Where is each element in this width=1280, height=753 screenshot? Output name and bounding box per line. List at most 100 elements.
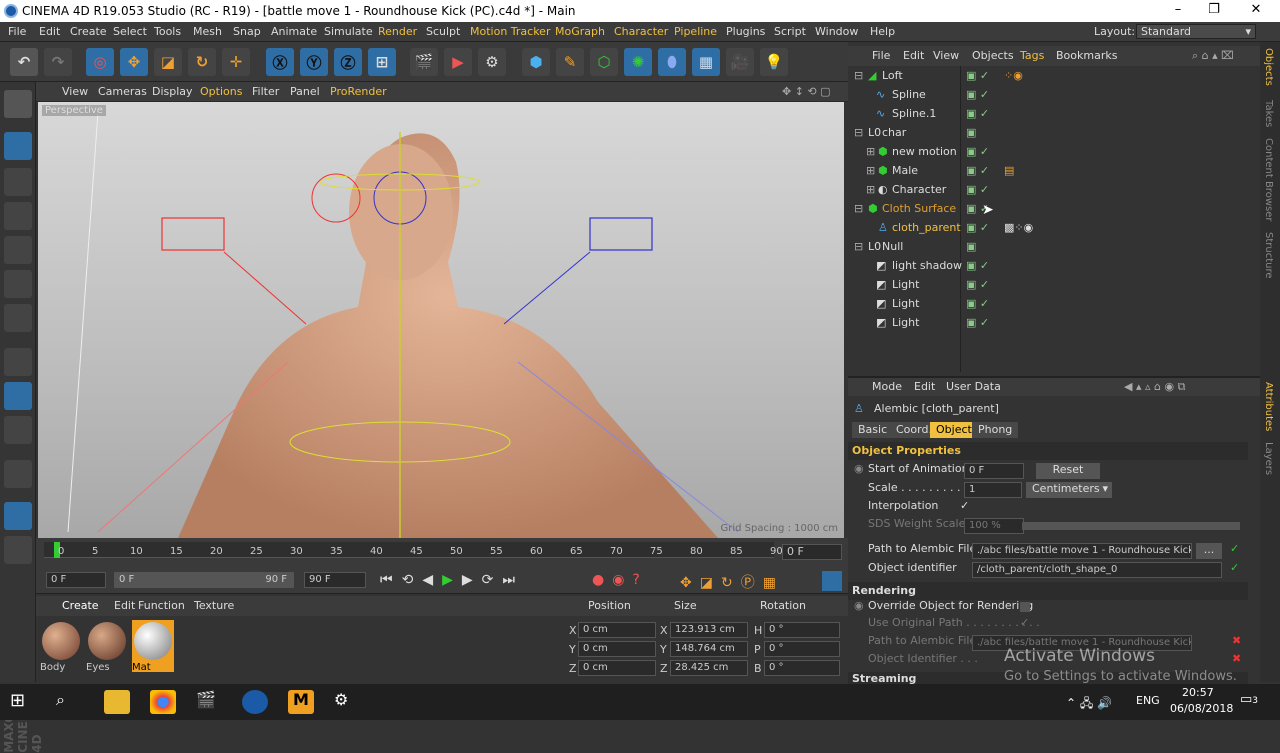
mat-menu-create[interactable]: Create bbox=[62, 599, 99, 612]
menu-simulate[interactable]: Simulate bbox=[324, 25, 373, 38]
om-menu-objects[interactable]: Objects bbox=[972, 49, 1014, 62]
start-frame-field[interactable]: 0 F bbox=[46, 572, 106, 588]
playback-controls[interactable]: ⏮⟲◀▶▶⟳⏭ bbox=[380, 572, 524, 588]
play-icon[interactable]: ▶ bbox=[442, 572, 462, 588]
cinema4d-taskbar-icon[interactable] bbox=[242, 690, 268, 714]
windows-start-icon[interactable]: ⊞ bbox=[10, 690, 36, 714]
render-view-icon[interactable]: 🎬 bbox=[410, 48, 438, 76]
override-checkbox[interactable] bbox=[1020, 602, 1030, 612]
coordinate-system-icon[interactable]: ⊞ bbox=[368, 48, 396, 76]
polygons-mode-icon[interactable] bbox=[4, 304, 32, 332]
menu-help[interactable]: Help bbox=[870, 25, 895, 38]
vp-menu-options[interactable]: Options bbox=[200, 85, 242, 98]
size-x-field[interactable]: 123.913 cm bbox=[670, 622, 748, 638]
menu-select[interactable]: Select bbox=[113, 25, 147, 38]
side-tab-content-browser[interactable]: Content Browser bbox=[1263, 138, 1274, 221]
menu-file[interactable]: File bbox=[8, 25, 26, 38]
undo-icon[interactable]: ↶ bbox=[10, 48, 38, 76]
menu-plugins[interactable]: Plugins bbox=[726, 25, 765, 38]
axis-mode-icon[interactable] bbox=[4, 348, 32, 376]
unit-dropdown[interactable]: Centimeters ▾ bbox=[1026, 482, 1112, 498]
om-menu-bookmarks[interactable]: Bookmarks bbox=[1056, 49, 1117, 62]
size-z-field[interactable]: 28.425 cm bbox=[670, 660, 748, 676]
current-frame-field[interactable]: 0 F bbox=[782, 544, 842, 560]
move-tool-icon[interactable]: ✥ bbox=[120, 48, 148, 76]
menu-snap[interactable]: Snap bbox=[233, 25, 261, 38]
menu-pipeline[interactable]: Pipeline bbox=[674, 25, 717, 38]
object-row-light[interactable]: ◩ Light ▣ ✓ bbox=[848, 297, 1260, 315]
model-mode-icon[interactable] bbox=[4, 132, 32, 160]
viewport-nav-icon[interactable]: ✥ ↕ ⟲ ▢ bbox=[782, 85, 831, 98]
menu-script[interactable]: Script bbox=[774, 25, 806, 38]
menu-window[interactable]: Window bbox=[815, 25, 858, 38]
material-eyes[interactable]: Eyes bbox=[86, 620, 128, 673]
attr-menu-mode[interactable]: Mode bbox=[872, 380, 902, 393]
menu-render[interactable]: Render bbox=[378, 25, 417, 38]
camera-icon[interactable]: 🎥 bbox=[726, 48, 754, 76]
om-menu-tags[interactable]: Tags bbox=[1020, 49, 1044, 62]
texture-mode-icon[interactable] bbox=[4, 168, 32, 196]
side-tab-structure[interactable]: Structure bbox=[1263, 232, 1274, 279]
menu-animate[interactable]: Animate bbox=[271, 25, 317, 38]
object-row-light[interactable]: ◩ Light ▣ ✓ bbox=[848, 316, 1260, 334]
menu-edit[interactable]: Edit bbox=[39, 25, 60, 38]
key-controls[interactable]: ✥◪↻Ⓟ▦ bbox=[680, 572, 784, 592]
object-row-loft[interactable]: ⊟ ◢ Loft ▣ ✓ ⁘◉ bbox=[848, 69, 1260, 87]
quantize-icon[interactable] bbox=[4, 536, 32, 564]
scale-tool-icon[interactable]: ◪ bbox=[154, 48, 182, 76]
menu-character[interactable]: Character bbox=[614, 25, 668, 38]
menu-mesh[interactable]: Mesh bbox=[193, 25, 222, 38]
points-mode-icon[interactable] bbox=[4, 236, 32, 264]
rot-b-field[interactable]: 0 ° bbox=[764, 660, 840, 676]
side-tab-layers[interactable]: Layers bbox=[1263, 442, 1274, 475]
mat-menu-texture[interactable]: Texture bbox=[194, 599, 234, 612]
close-button[interactable]: ✕ bbox=[1238, 2, 1274, 20]
tab-basic[interactable]: Basic bbox=[852, 422, 894, 438]
minimize-button[interactable]: – bbox=[1160, 2, 1196, 20]
object-row-male[interactable]: ⊞ ⬢ Male ▣ ✓ ▤ bbox=[848, 164, 1260, 182]
range-slider[interactable]: 0 F 90 F bbox=[114, 572, 294, 588]
record-controls[interactable]: ●◉? bbox=[592, 572, 648, 588]
sds-slider[interactable] bbox=[1022, 522, 1240, 530]
maximize-button[interactable]: ❐ bbox=[1196, 2, 1232, 20]
redo-icon[interactable]: ↷ bbox=[44, 48, 72, 76]
object-row-cloth-parent[interactable]: ♙ cloth_parent ▣ ✓ ▩⁘◉ bbox=[848, 221, 1260, 239]
object-row-character[interactable]: ⊞ ◐ Character ▣ ✓ bbox=[848, 183, 1260, 201]
side-tab-objects[interactable]: Objects bbox=[1263, 48, 1274, 86]
rot-h-field[interactable]: 0 ° bbox=[764, 622, 840, 638]
tab-phong[interactable]: Phong bbox=[972, 422, 1019, 438]
reset-button[interactable]: Reset bbox=[1036, 463, 1100, 479]
movavi-icon[interactable]: M bbox=[288, 690, 314, 714]
vp-menu-prorender[interactable]: ProRender bbox=[330, 85, 387, 98]
clock-date[interactable]: 06/08/2018 bbox=[1170, 702, 1233, 715]
cube-primitive-icon[interactable]: ⬢ bbox=[522, 48, 550, 76]
path-field[interactable]: ./abc files/battle move 1 - Roundhouse K… bbox=[972, 543, 1192, 559]
menu-create[interactable]: Create bbox=[70, 25, 107, 38]
pos-y-field[interactable]: 0 cm bbox=[578, 641, 656, 657]
tweak-mode-icon[interactable] bbox=[4, 382, 32, 410]
object-row-spline[interactable]: ∿ Spline ▣ ✓ bbox=[848, 88, 1260, 106]
floor-icon[interactable]: ▦ bbox=[692, 48, 720, 76]
edges-mode-icon[interactable] bbox=[4, 270, 32, 298]
mat-menu-edit[interactable]: Edit bbox=[114, 599, 135, 612]
pos-x-field[interactable]: 0 cm bbox=[578, 622, 656, 638]
start-field[interactable]: 0 F bbox=[964, 463, 1024, 479]
timeline-ruler[interactable]: 0 5 10 15 20 25 30 35 40 45 50 55 60 65 … bbox=[44, 542, 783, 558]
object-row-cloth-surface[interactable]: ⊟ ⬢ Cloth Surface ▣ ✓ bbox=[848, 202, 1260, 220]
vp-menu-filter[interactable]: Filter bbox=[252, 85, 279, 98]
x-axis-icon[interactable]: Ⓧ bbox=[266, 48, 294, 76]
search-icon[interactable]: ⌕ ⌂ ▴ ⌧ bbox=[1192, 49, 1234, 63]
tray-icons[interactable]: ⌃ 🖧 🔊 bbox=[1066, 694, 1112, 715]
use-orig-checkbox[interactable]: ✓ bbox=[1020, 616, 1029, 629]
pen-spline-icon[interactable]: ✎ bbox=[556, 48, 584, 76]
object-row-light[interactable]: ◩ Light ▣ ✓ bbox=[848, 278, 1260, 296]
om-menu-edit[interactable]: Edit bbox=[903, 49, 924, 62]
3d-viewport[interactable]: Perspective Grid Spacing : 1000 cm bbox=[38, 102, 844, 538]
tab-object[interactable]: Object bbox=[930, 422, 978, 438]
app-icon[interactable]: ⚙ bbox=[334, 690, 360, 714]
file-explorer-icon[interactable] bbox=[104, 690, 130, 714]
snapping-icon[interactable] bbox=[4, 416, 32, 444]
nurbs-icon[interactable]: ⬡ bbox=[590, 48, 618, 76]
light-icon[interactable]: 💡 bbox=[760, 48, 788, 76]
z-axis-icon[interactable]: Ⓩ bbox=[334, 48, 362, 76]
